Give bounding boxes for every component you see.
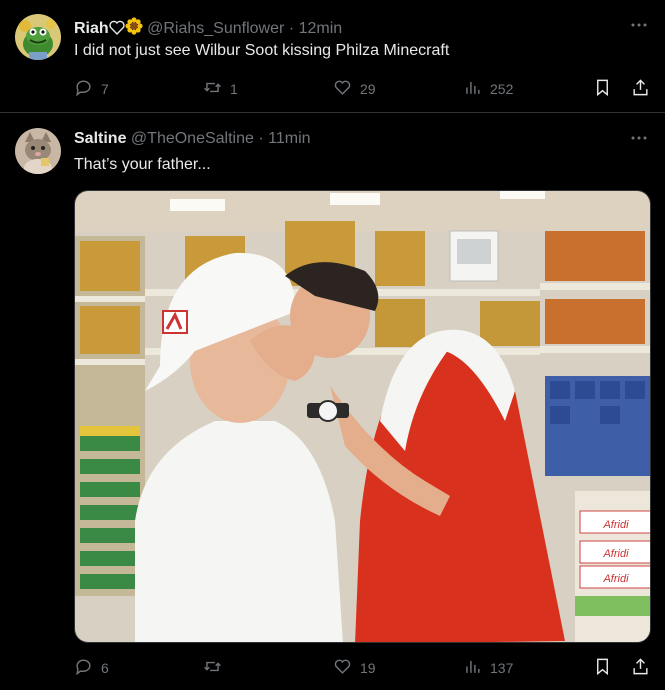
avatar-kermit-image [15, 14, 61, 60]
tweet-text: That’s your father... [74, 156, 211, 173]
display-name[interactable]: Saltine [74, 130, 126, 147]
views-count: 137 [490, 660, 514, 676]
reply-button[interactable]: 6 [74, 657, 109, 679]
tweet-text: I did not just see Wilbur Soot kissing P… [74, 42, 450, 59]
timestamp[interactable]: 12min [299, 20, 343, 37]
more-icon[interactable] [629, 129, 649, 149]
user-handle[interactable]: @TheOneSaltine [131, 130, 254, 147]
views-button[interactable]: 137 [463, 657, 513, 679]
like-button[interactable]: 29 [333, 78, 376, 100]
views-count: 252 [490, 81, 514, 97]
share-icon [631, 78, 650, 100]
display-name[interactable]: Riah [74, 20, 109, 37]
like-icon [333, 657, 352, 679]
tweet-header: Saltine @TheOneSaltine · 11min [74, 130, 311, 148]
afridi-bags [575, 491, 650, 642]
like-button[interactable]: 19 [333, 657, 376, 679]
bookmark-button[interactable] [593, 657, 612, 679]
views-icon [463, 78, 482, 100]
tweet-header: Riah @Riahs_Sunflower · 12min [74, 17, 342, 40]
views-icon [463, 657, 482, 679]
reply-button[interactable]: 7 [74, 78, 109, 100]
more-icon[interactable] [629, 16, 649, 36]
afridi-label: Afridi [602, 548, 629, 560]
reply-icon [74, 657, 93, 679]
like-count: 19 [360, 660, 376, 676]
avatar[interactable] [15, 14, 61, 60]
tweet-actions: 7 1 29 252 [74, 78, 654, 100]
separator-dot: · [258, 130, 264, 147]
timestamp[interactable]: 11min [268, 130, 310, 147]
reply-icon [74, 78, 93, 100]
retweet-icon [203, 78, 222, 100]
retweet-count: 1 [230, 81, 238, 97]
like-count: 29 [360, 81, 376, 97]
retweet-button[interactable]: 1 [203, 78, 238, 100]
tweet[interactable]: Saltine @TheOneSaltine · 11min That’s yo… [0, 113, 665, 690]
sunflower-icon [125, 17, 143, 40]
tweet-actions: 6 19 137 [74, 657, 654, 679]
afridi-label: Afridi [602, 519, 629, 531]
reply-count: 7 [101, 81, 109, 97]
tweet[interactable]: Riah @Riahs_Sunflower · 12min I did not … [0, 0, 665, 113]
share-button[interactable] [631, 657, 650, 679]
bookmark-button[interactable] [593, 78, 612, 100]
retweet-icon [203, 657, 222, 679]
avatar-cat-image [15, 128, 61, 174]
user-handle[interactable]: @Riahs_Sunflower [147, 20, 284, 37]
separator-dot: · [288, 20, 295, 37]
share-icon [631, 657, 650, 679]
share-button[interactable] [631, 78, 650, 100]
tweet-media-image[interactable]: Afridi Afridi Afridi [74, 190, 651, 643]
retweet-button[interactable] [203, 657, 230, 679]
avatar[interactable] [15, 128, 61, 174]
afridi-label: Afridi [602, 573, 629, 585]
views-button[interactable]: 252 [463, 78, 513, 100]
store-kiss-photo: Afridi Afridi Afridi [75, 191, 650, 642]
reply-count: 6 [101, 660, 109, 676]
like-icon [333, 78, 352, 100]
heart-outline-icon [109, 20, 125, 40]
bookmark-icon [593, 657, 612, 679]
bookmark-icon [593, 78, 612, 100]
